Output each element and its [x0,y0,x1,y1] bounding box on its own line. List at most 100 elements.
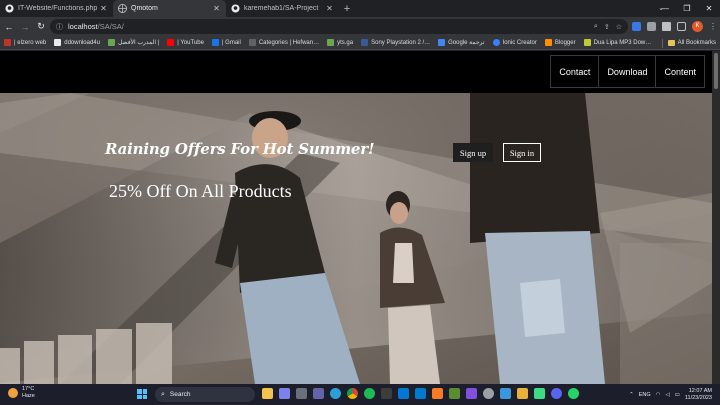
bookmark-item[interactable]: | Gmail [211,39,241,46]
menu-icon[interactable]: ⋮ [709,22,717,31]
volume-icon[interactable]: ◁ [665,392,669,398]
blogger-icon [544,39,552,46]
github-icon [5,4,14,13]
all-bookmarks-button[interactable]: All Bookmarks [661,36,716,50]
gmail-icon [211,39,219,46]
tab-github-functions[interactable]: IT-Website/Functions.php at main ✕ [0,0,113,17]
back-icon[interactable]: ← [2,17,16,36]
hero-background-image [0,93,712,384]
bookmark-item[interactable]: المدرب الأفضل | [107,39,159,46]
pinned-apps [262,388,579,399]
terminal-icon[interactable] [381,388,392,399]
forward-icon[interactable]: → [18,17,32,36]
side-panel-icon[interactable] [677,22,686,31]
bookmark-item[interactable]: | elzero web [4,39,46,46]
android-studio-icon[interactable] [534,388,545,399]
whatsapp-icon[interactable] [568,388,579,399]
bookmark-item[interactable]: Ionic Creator [492,39,537,46]
nav-contact-link[interactable]: Contact [550,55,600,88]
extension-icon[interactable] [647,22,656,31]
close-icon[interactable]: ✕ [99,4,108,13]
vscode-icon[interactable] [415,388,426,399]
puzzle-icon[interactable] [662,22,671,31]
bookmark-item[interactable]: Categories | Hefwan… [248,39,319,46]
nav-content-link[interactable]: Content [656,55,705,88]
maximize-button[interactable]: ❐ [676,0,698,17]
bookmark-favicon [54,39,62,46]
close-icon[interactable]: ✕ [212,4,221,13]
search-icon[interactable]: ⌕ [594,23,598,31]
minecraft-icon[interactable] [449,388,460,399]
bookmark-item[interactable]: Google ترجمة [438,39,485,46]
wifi-icon[interactable]: ◠ [656,392,661,398]
windows-taskbar: 17°C Haze ⌕ Search ⌃ ENG ◠ ◁ ▭ 12:07 AM … [0,384,720,405]
store-icon[interactable] [398,388,409,399]
address-bar[interactable]: ⓘ localhost/SA/SA/ ⌕ ⇪ ☆ [50,19,628,34]
bookmark-favicon [492,39,500,46]
profile-avatar[interactable]: K [692,21,703,32]
xampp-icon[interactable] [432,388,443,399]
bookmark-item[interactable]: Blogger [544,39,576,46]
bookmark-item[interactable]: Dua Lipa MP3 Dow… [583,39,651,46]
close-window-button[interactable]: ✕ [698,0,720,17]
tab-github-project[interactable]: karemehab1/SA-Project ✕ [226,0,339,17]
site-info-icon[interactable]: ⓘ [56,22,63,32]
settings-icon[interactable] [483,388,494,399]
file-explorer-icon[interactable] [262,388,273,399]
battery-icon[interactable]: ▭ [675,392,680,398]
tab-title: Qmotom [131,5,158,12]
new-tab-button[interactable]: + [339,3,355,15]
clock[interactable]: 12:07 AM 11/23/2023 [685,388,712,402]
chevron-up-icon[interactable]: ⌃ [629,392,634,398]
search-placeholder: Search [169,391,191,398]
page-icon [118,4,127,13]
bookmark-item[interactable]: Sony Playstation 2 /… [361,39,430,46]
bookmark-item[interactable]: yts.ga [327,39,353,46]
reload-icon[interactable]: ↻ [34,17,48,36]
weather-condition: Haze [22,393,35,399]
nav-download-link[interactable]: Download [599,55,657,88]
windows-start-icon[interactable] [137,389,147,399]
photos-icon[interactable] [500,388,511,399]
widgets-icon[interactable] [296,388,307,399]
hero-section: Raining Offers For Hot Summer! 25% Off O… [0,93,712,384]
bookmarks-bar: | elzero web ddownload4u المدرب الأفضل |… [0,36,720,50]
bookmark-item[interactable]: | YouTube [167,39,204,46]
share-icon[interactable]: ⇪ [604,23,610,31]
system-tray: ⌃ ENG ◠ ◁ ▭ 12:07 AM 11/23/2023 [629,384,712,405]
extension-icon[interactable] [632,22,641,31]
github-icon [231,4,240,13]
tab-title: IT-Website/Functions.php at main [18,5,99,12]
bookmark-favicon [248,39,256,46]
youtube-icon [167,39,175,46]
scrollbar[interactable] [712,51,720,384]
edge-icon[interactable] [330,388,341,399]
scrollbar-thumb[interactable] [714,53,718,89]
bookmark-item[interactable]: ddownload4u [54,39,100,46]
chat-icon[interactable] [313,388,324,399]
teams-icon[interactable] [279,388,290,399]
extensions-area: K ⋮ [632,19,717,34]
window-controls: — ❐ ✕ [654,0,720,17]
spotify-icon[interactable] [364,388,375,399]
google-translate-icon [438,39,446,46]
signin-button[interactable]: Sign in [503,143,541,162]
language-indicator[interactable]: ENG [639,392,651,398]
minimize-button[interactable]: — [654,0,676,17]
web-page: Contact Download Content Raining Offers … [0,51,712,384]
bookmark-favicon [327,39,335,46]
bookmark-star-icon[interactable]: ☆ [616,23,622,31]
url-text[interactable]: localhost/SA/SA/ [68,22,124,31]
weather-widget[interactable]: 17°C Haze [8,386,35,400]
chrome-icon[interactable] [347,388,358,399]
time: 12:07 AM [688,387,712,394]
bookmark-favicon [583,39,591,46]
tab-qmotom[interactable]: Qmotom ✕ [113,0,226,17]
taskbar-search[interactable]: ⌕ Search [155,387,255,402]
close-icon[interactable]: ✕ [325,4,334,13]
folder-icon[interactable] [517,388,528,399]
weather-haze-icon [8,388,18,398]
discord-icon[interactable] [551,388,562,399]
signup-button[interactable]: Sign up [453,143,493,162]
github-desktop-icon[interactable] [466,388,477,399]
